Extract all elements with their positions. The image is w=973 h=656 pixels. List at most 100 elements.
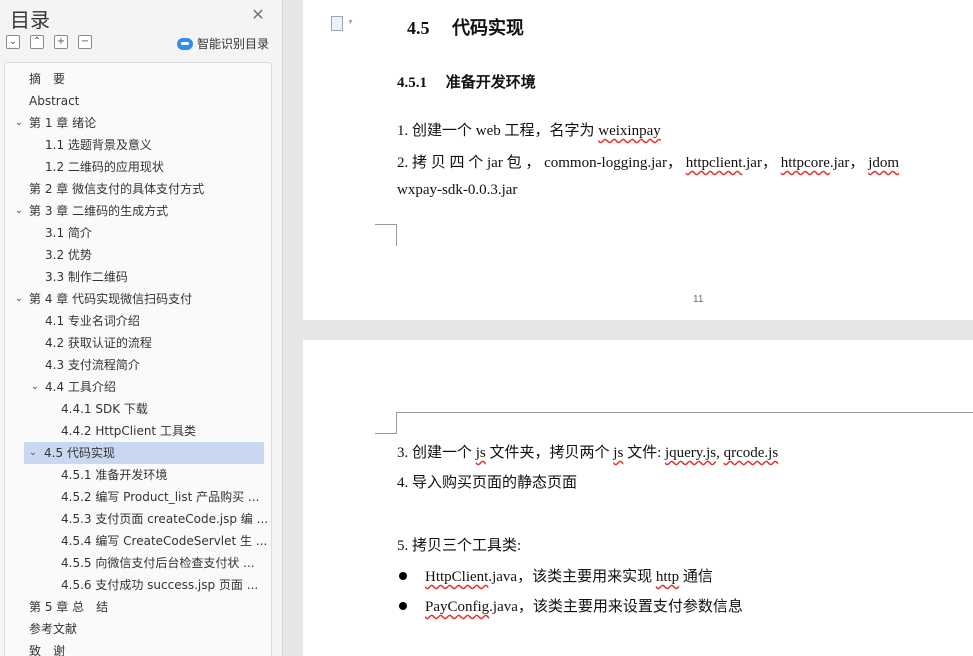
toc-item-label: 1.2 二维码的应用现状 <box>45 160 164 174</box>
add-icon[interactable]: + <box>54 35 68 49</box>
collapse-all-icon[interactable]: ⌄ <box>6 35 20 49</box>
toc-item[interactable]: 4.4.1 SDK 下载 <box>5 398 271 420</box>
toc-item[interactable]: 摘 要 <box>5 68 271 90</box>
toc-item-label: 4.1 专业名词介绍 <box>45 314 140 328</box>
toc-item-label: 3.2 优势 <box>45 248 92 262</box>
toc-item-label: 4.4.2 HttpClient 工具类 <box>61 424 196 438</box>
toc-item[interactable]: 3.2 优势 <box>5 244 271 266</box>
toc-item[interactable]: 第 2 章 微信支付的具体支付方式 <box>5 178 271 200</box>
toc-panel: 目录 ✕ ⌄ ⌃ + − 智能识别目录 摘 要 Abstract ⌄ 第 1 章 绪论… <box>0 0 283 656</box>
toc-item[interactable]: ⌄ 第 1 章 绪论 <box>5 112 271 134</box>
jar-jdom: jdom <box>868 155 900 171</box>
toc-item-label: 4.5.4 编写 CreateCodeServlet 生 ... <box>61 534 268 548</box>
toc-item[interactable]: 4.1 专业名词介绍 <box>5 310 271 332</box>
class-httpclient: HttpClient <box>425 569 489 585</box>
step-3-js-folder: js <box>475 445 486 461</box>
toc-item[interactable]: 3.3 制作二维码 <box>5 266 271 288</box>
toc-item-label: 4.5.2 编写 Product_list 产品购买 ... <box>61 490 260 504</box>
bullet-icon <box>399 572 407 580</box>
chevron-down-icon[interactable]: ⌄ <box>29 376 41 398</box>
step-3-js: js <box>613 445 624 461</box>
jar-httpcore: httpcore <box>780 155 830 171</box>
toc-item[interactable]: ⌄ 4.5 代码实现 <box>24 442 264 464</box>
toc-item-label: 第 5 章 总 结 <box>29 600 109 614</box>
paragraph-step-4: 4. 导入购买页面的静态页面 <box>397 475 578 491</box>
bullet-2-text: .java，该类主要用来设置支付参数信息 <box>489 599 743 615</box>
toc-item-label: 第 1 章 绪论 <box>29 116 97 130</box>
toc-item[interactable]: Abstract <box>5 90 271 112</box>
remove-icon[interactable]: − <box>78 35 92 49</box>
heading-4-5-1: 4.5.1 准备开发环境 <box>397 75 536 91</box>
document-page: ▼ 4.5 代码实现 4.5.1 准备开发环境 1. 创建一个 web 工程，名… <box>303 0 973 320</box>
toc-item-label: 第 3 章 二维码的生成方式 <box>29 204 169 218</box>
toc-item-label: 4.2 获取认证的流程 <box>45 336 152 350</box>
toc-item[interactable]: 4.5.6 支付成功 success.jsp 页面 ... <box>5 574 271 596</box>
cloud-icon <box>177 37 193 50</box>
step-3-text-3: 文件: <box>623 445 665 461</box>
toc-item[interactable]: 4.5.5 向微信支付后台检查支付状 ... <box>5 552 271 574</box>
paragraph-step-5: 5. 拷贝三个工具类: <box>397 538 522 554</box>
toc-item[interactable]: ⌄ 第 3 章 二维码的生成方式 <box>5 200 271 222</box>
chevron-down-icon[interactable]: ⌄ <box>27 442 39 464</box>
class-payconfig: PayConfig <box>425 599 490 615</box>
file-qrcode: qrcode.js <box>723 445 779 461</box>
toc-item-label: 1.1 选题背景及意义 <box>45 138 152 152</box>
paragraph-step-2-cont: wxpay-sdk-0.0.3.jar <box>397 182 518 198</box>
bullet-icon <box>399 602 407 610</box>
step-2-sep-1: .jar， <box>742 155 781 171</box>
step-1-project-name: weixinpay <box>598 123 661 139</box>
bullet-item-payconfig: PayConfig.java，该类主要用来设置支付参数信息 <box>425 595 743 616</box>
expand-all-icon[interactable]: ⌃ <box>30 35 44 49</box>
toc-item-label: 参考文献 <box>29 622 78 636</box>
toc-item[interactable]: 4.5.1 准备开发环境 <box>5 464 271 486</box>
toc-item[interactable]: 1.1 选题背景及意义 <box>5 134 271 156</box>
toc-item-label: 4.4.1 SDK 下载 <box>61 402 148 416</box>
toc-toolbar: ⌄ ⌃ + − <box>6 35 92 49</box>
chevron-down-icon[interactable]: ⌄ <box>13 200 25 222</box>
toc-item[interactable]: 4.5.3 支付页面 createCode.jsp 编 ... <box>5 508 271 530</box>
margin-corner-mark <box>375 412 397 434</box>
toc-item[interactable]: ⌄ 4.4 工具介绍 <box>5 376 271 398</box>
toc-item[interactable]: 参考文献 <box>5 618 271 640</box>
toc-item[interactable]: 致 谢 <box>5 640 271 656</box>
toc-item[interactable]: 4.3 支付流程简介 <box>5 354 271 376</box>
step-2-text: 2. 拷 贝 四 个 jar 包 ， common-logging.jar， <box>397 155 686 171</box>
file-jquery: jquery.js <box>664 445 717 461</box>
toc-item-label: 4.5.5 向微信支付后台检查支付状 ... <box>61 556 255 570</box>
bullet-1-end: 通信 <box>679 569 713 585</box>
toc-title: 目录 <box>10 8 50 32</box>
close-icon[interactable]: ✕ <box>249 6 267 24</box>
toc-item[interactable]: 第 5 章 总 结 <box>5 596 271 618</box>
toc-item-label: 4.5 代码实现 <box>44 446 115 460</box>
toc-item[interactable]: 3.1 简介 <box>5 222 271 244</box>
jar-httpclient: httpclient <box>685 155 743 171</box>
page-number: 11 <box>693 294 704 305</box>
toc-item[interactable]: ⌄ 第 4 章 代码实现微信扫码支付 <box>5 288 271 310</box>
toc-item[interactable]: 4.5.2 编写 Product_list 产品购买 ... <box>5 486 271 508</box>
paragraph-step-3: 3. 创建一个 js 文件夹，拷贝两个 js 文件: jquery.js, qr… <box>397 441 778 462</box>
step-2-sep-2: .jar， <box>829 155 869 171</box>
toc-item-label: 4.5.1 准备开发环境 <box>61 468 168 482</box>
toc-tree: 摘 要 Abstract ⌄ 第 1 章 绪论 1.1 选题背景及意义 1.2 二维码的应… <box>4 62 272 656</box>
chevron-down-icon[interactable]: ⌄ <box>13 112 25 134</box>
toc-item[interactable]: 4.4.2 HttpClient 工具类 <box>5 420 271 442</box>
toc-item[interactable]: 1.2 二维码的应用现状 <box>5 156 271 178</box>
toc-item[interactable]: 4.2 获取认证的流程 <box>5 332 271 354</box>
step-3-sep: , <box>716 445 724 461</box>
toc-item[interactable]: 4.5.4 编写 CreateCodeServlet 生 ... <box>5 530 271 552</box>
toc-item-label: 3.1 简介 <box>45 226 92 240</box>
bullet-1-text: .java，该类主要用来实现 <box>488 569 656 585</box>
toc-item-label: 第 2 章 微信支付的具体支付方式 <box>29 182 205 196</box>
document-icon[interactable] <box>331 16 343 31</box>
toc-item-label: 第 4 章 代码实现微信扫码支付 <box>29 292 193 306</box>
toc-item-label: 致 谢 <box>29 644 66 656</box>
step-1-text: 1. 创建一个 web 工程，名字为 <box>397 123 599 139</box>
bullet-item-httpclient: HttpClient.java，该类主要用来实现 http 通信 <box>425 565 713 586</box>
header-rule <box>397 412 973 413</box>
margin-corner-mark <box>375 224 397 246</box>
smart-recognize-button[interactable]: 智能识别目录 <box>177 35 269 52</box>
dropdown-arrow-icon[interactable]: ▼ <box>347 18 354 26</box>
chevron-down-icon[interactable]: ⌄ <box>13 288 25 310</box>
toc-item-label: Abstract <box>29 94 80 108</box>
smart-recognize-label: 智能识别目录 <box>197 37 270 51</box>
